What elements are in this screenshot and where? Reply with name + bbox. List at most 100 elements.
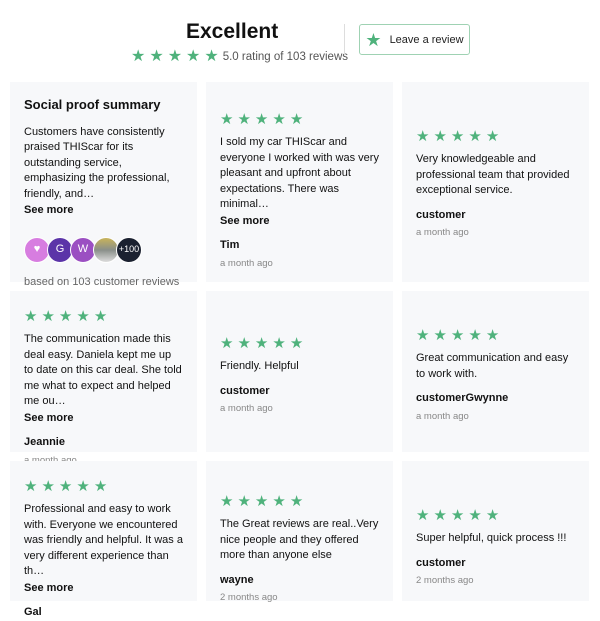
review-time: 2 months ago	[416, 575, 474, 586]
star-icon: ★	[289, 111, 304, 128]
star-icon: ★	[220, 111, 234, 128]
review-text: The Great reviews are real..Very nice pe…	[220, 518, 379, 561]
see-more-link[interactable]: See more	[220, 214, 379, 230]
review-time: a month ago	[416, 227, 469, 238]
star-icon: ★	[237, 493, 251, 510]
star-icon: ★	[272, 493, 286, 510]
star-icon: ★	[41, 308, 55, 325]
star-rating: ★ ★ ★ ★ ★	[220, 336, 379, 351]
star-icon: ★	[468, 128, 482, 145]
star-icon: ★	[433, 327, 447, 344]
review-text: Super helpful, quick process !!!	[416, 532, 567, 544]
star-icon: ★	[237, 335, 251, 352]
star-rating: ★ ★ ★ ★ ★	[416, 328, 575, 343]
star-icon: ★	[450, 327, 465, 344]
star-icon: ★	[76, 308, 90, 325]
star-icon: ★	[485, 327, 500, 344]
review-card: ★ ★ ★ ★ ★ Friendly. Helpful customer a month ag…	[206, 291, 393, 452]
review-card: ★ ★ ★ ★ ★ I sold my car THIScar and everyone …	[206, 82, 393, 282]
star-icon: ★	[468, 327, 482, 344]
star-icon: ★	[272, 111, 286, 128]
review-time: 2 months ago	[220, 592, 278, 603]
review-text: I sold my car THIScar and everyone I wor…	[220, 136, 379, 210]
reviewer-name: customer	[220, 384, 270, 397]
star-icon: ★	[204, 48, 219, 65]
star-icon: ★	[485, 507, 500, 524]
review-card: ★ ★ ★ ★ ★ Professional and easy to work with.…	[10, 461, 197, 618]
review-card: ★ ★ ★ ★ ★ Great communication and easy to wor…	[402, 291, 589, 452]
star-icon: ★	[41, 478, 55, 495]
review-text: The communication made this deal easy. D…	[24, 333, 182, 407]
rating-summary: ★ ★ ★ ★ ★ 5.0 rating of 103 reviews	[131, 49, 348, 65]
review-text: Friendly. Helpful	[220, 360, 299, 372]
reviewer-name: Tim	[220, 239, 240, 251]
star-icon: ★	[272, 335, 286, 352]
reviewer-name: Jeannie	[24, 436, 65, 448]
star-icon: ★	[93, 478, 108, 495]
star-icon: ★	[485, 128, 500, 145]
reviewer-name: customer	[416, 556, 466, 569]
star-rating: ★ ★ ★ ★ ★	[416, 508, 575, 523]
star-icon: ★	[167, 48, 183, 65]
star-icon: ★	[58, 478, 73, 495]
star-rating: ★ ★ ★ ★ ★	[220, 112, 379, 127]
rating-title: Excellent	[186, 20, 279, 43]
summary-text: Customers have consistently praised THIS…	[24, 125, 170, 200]
review-text: Professional and easy to work with. Ever…	[24, 503, 183, 577]
see-more-link[interactable]: See more	[24, 411, 183, 427]
review-card: ★ ★ ★ ★ ★ The Great reviews are real..Very ni…	[206, 461, 393, 603]
star-icon: ★	[433, 507, 447, 524]
review-text: Very knowledgeable and professional team…	[416, 153, 570, 196]
star-icon: ★	[24, 478, 38, 495]
star-icon: ★	[93, 308, 108, 325]
star-icon: ★	[220, 335, 234, 352]
star-icon: ★	[58, 308, 73, 325]
star-rating: ★ ★ ★ ★ ★	[24, 309, 183, 324]
star-icon: ★	[76, 478, 90, 495]
star-icon: ★	[220, 493, 234, 510]
star-icon: ★	[186, 48, 201, 65]
review-card: ★ ★ ★ ★ ★ Very knowledgeable and professional…	[402, 82, 589, 282]
star-icon: ★	[365, 29, 382, 50]
summary-card: Social proof summary Customers have cons…	[10, 82, 197, 288]
reviewer-name: customerGwynne	[416, 392, 509, 404]
star-icon: ★	[450, 507, 465, 524]
divider	[344, 24, 345, 56]
reviewer-name: wayne	[220, 573, 254, 586]
review-card: ★ ★ ★ ★ ★ Super helpful, quick process !!! cus…	[402, 461, 589, 601]
leave-review-label: Leave a review	[389, 33, 464, 46]
star-icon: ★	[416, 507, 430, 524]
star-icon: ★	[254, 335, 269, 352]
summary-title: Social proof summary	[24, 97, 161, 112]
star-icon: ★	[450, 128, 465, 145]
star-icon: ★	[289, 493, 304, 510]
leave-review-button[interactable]: ★ Leave a review	[359, 24, 470, 55]
star-icon: ★	[237, 111, 251, 128]
review-time: a month ago	[220, 257, 273, 269]
reviewer-name: customer	[416, 208, 466, 221]
star-icon: ★	[433, 128, 447, 145]
avatar-group: ♥ G W +100	[24, 236, 183, 263]
review-text: Great communication and easy to work wit…	[416, 352, 569, 380]
based-on-text: based on 103 customer reviews	[24, 275, 180, 288]
star-rating: ★ ★ ★ ★ ★	[416, 129, 575, 144]
star-icon: ★	[254, 493, 269, 510]
star-icon: ★	[289, 335, 304, 352]
star-icon: ★	[416, 327, 430, 344]
star-rating: ★ ★ ★ ★ ★	[24, 479, 183, 494]
star-icon: ★	[468, 507, 482, 524]
star-icon: ★	[254, 111, 269, 128]
reviewer-name: Gal	[24, 606, 42, 618]
star-icon: ★	[416, 128, 430, 145]
review-card: ★ ★ ★ ★ ★ The communication made this deal ea…	[10, 291, 197, 466]
star-icon: ★	[149, 48, 164, 65]
see-more-link[interactable]: See more	[24, 581, 183, 597]
avatar-more-count: +100	[116, 236, 142, 263]
review-time: a month ago	[220, 403, 273, 414]
review-time: a month ago	[416, 410, 469, 422]
see-more-link[interactable]: See more	[24, 203, 183, 219]
rating-text: 5.0 rating of 103 reviews	[222, 51, 349, 63]
star-icon: ★	[24, 308, 38, 325]
star-icon: ★	[131, 48, 146, 65]
star-rating: ★ ★ ★ ★ ★	[220, 494, 379, 509]
